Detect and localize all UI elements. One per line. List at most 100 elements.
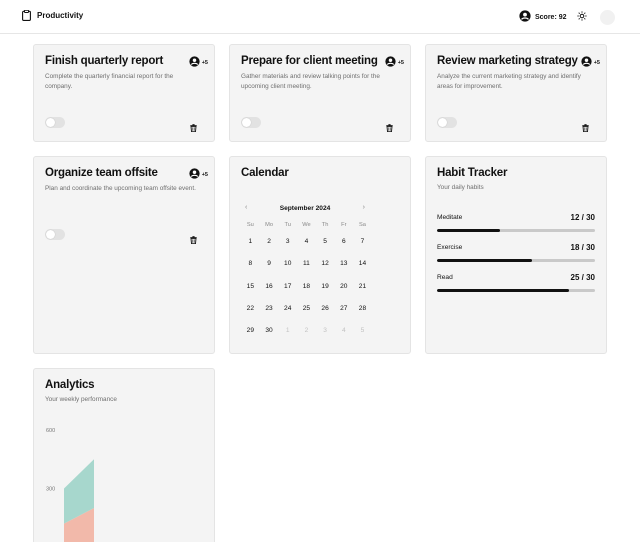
calendar-day[interactable]: 5 [353, 324, 372, 346]
task-card: Prepare for client meeting +5 Gather mat… [229, 44, 411, 142]
habit-count: 18 / 30 [570, 243, 595, 252]
task-assignees[interactable]: +5 [581, 56, 600, 69]
analytics-chart: 600 300 [46, 428, 94, 542]
user-circle-icon [189, 168, 200, 181]
habit-progress-bar [437, 259, 595, 262]
calendar-day[interactable]: 4 [297, 235, 316, 257]
task-title: Review marketing strategy [437, 55, 578, 67]
calendar-day[interactable]: 3 [278, 235, 297, 257]
calendar-day[interactable]: 16 [260, 280, 279, 302]
habit-progress-bar [437, 229, 595, 232]
delete-task-button[interactable] [190, 231, 197, 249]
calendar-day[interactable]: 6 [334, 235, 353, 257]
theme-toggle-button[interactable] [576, 11, 588, 23]
y-tick-label: 600 [46, 428, 55, 434]
calendar-day[interactable]: 26 [316, 302, 335, 324]
task-card: Review marketing strategy +5 Analyze the… [425, 44, 607, 142]
calendar-day[interactable]: 24 [278, 302, 297, 324]
trash-icon [386, 119, 393, 136]
task-complete-toggle[interactable] [437, 117, 457, 128]
analytics-title: Analytics [45, 379, 95, 391]
calendar-day[interactable]: 17 [278, 280, 297, 302]
calendar-day[interactable]: 20 [334, 280, 353, 302]
calendar-day[interactable]: 25 [297, 302, 316, 324]
weekday-label: We [302, 222, 311, 228]
calendar-day[interactable]: 1 [278, 324, 297, 346]
calendar-day[interactable]: 1 [241, 235, 260, 257]
weekday-label: Mo [265, 222, 273, 228]
calendar-header: ‹ September 2024 › [245, 204, 365, 216]
app-name: Productivity [37, 11, 84, 20]
avatar[interactable] [600, 10, 615, 25]
calendar-day[interactable]: 13 [334, 257, 353, 279]
calendar-day[interactable]: 15 [241, 280, 260, 302]
task-description: Analyze the current marketing strategy a… [437, 73, 581, 90]
calendar-day[interactable]: 21 [353, 280, 372, 302]
habit-count: 12 / 30 [570, 213, 595, 222]
user-circle-icon [189, 56, 200, 69]
calendar-day[interactable]: 19 [316, 280, 335, 302]
calendar-day[interactable]: 2 [297, 324, 316, 346]
calendar-day[interactable]: 4 [334, 324, 353, 346]
habit-tracker-title: Habit Tracker [437, 167, 508, 179]
sun-icon [577, 8, 587, 26]
chevron-right-icon: › [362, 204, 365, 211]
trash-icon [582, 119, 589, 136]
user-circle-icon [581, 56, 592, 69]
delete-task-button[interactable] [386, 119, 393, 137]
task-title: Finish quarterly report [45, 55, 164, 67]
delete-task-button[interactable] [582, 119, 589, 137]
calendar-weekdays: Su Mo Tu We Th Fr Sa [241, 222, 372, 228]
calendar-day[interactable]: 9 [260, 257, 279, 279]
calendar-day[interactable]: 2 [260, 235, 279, 257]
trash-icon [190, 119, 197, 136]
calendar-day[interactable]: 5 [316, 235, 335, 257]
habit-progress-bar [437, 289, 595, 292]
habit-progress-fill [437, 229, 501, 232]
toggle-knob [46, 118, 55, 127]
habit-progress-fill [437, 259, 532, 262]
calendar-month-label: September 2024 [279, 205, 331, 212]
task-description: Gather materials and review talking poin… [241, 73, 380, 90]
next-month-button[interactable]: › [363, 204, 365, 211]
analytics-card: Analytics Your weekly performance 600 300 [33, 368, 215, 542]
task-title: Organize team offsite [45, 167, 158, 179]
top-bar: Productivity Score: 92 [0, 0, 640, 34]
habit-tracker-subtitle: Your daily habits [437, 184, 484, 191]
calendar-day[interactable]: 18 [297, 280, 316, 302]
calendar-day[interactable]: 30 [260, 324, 279, 346]
habit-tracker-card: Habit Tracker Your daily habits Meditate… [425, 156, 607, 354]
clipboard-icon [22, 10, 31, 21]
task-complete-toggle[interactable] [45, 229, 65, 240]
toggle-knob [438, 118, 447, 127]
delete-task-button[interactable] [190, 119, 197, 137]
assignee-count: +5 [201, 171, 208, 178]
task-title: Prepare for client meeting [241, 55, 378, 67]
calendar-day[interactable]: 7 [353, 235, 372, 257]
task-assignees[interactable]: +5 [385, 56, 404, 69]
brand[interactable]: Productivity [22, 10, 83, 21]
calendar-day[interactable]: 8 [241, 257, 260, 279]
habit-name: Meditate [437, 214, 463, 221]
task-complete-toggle[interactable] [45, 117, 65, 128]
calendar-day[interactable]: 11 [297, 257, 316, 279]
weekday-label: Fr [341, 222, 347, 228]
habit-name: Read [437, 274, 453, 281]
calendar-day[interactable]: 10 [278, 257, 297, 279]
task-assignees[interactable]: +5 [189, 168, 208, 181]
calendar-day[interactable]: 29 [241, 324, 260, 346]
task-assignees[interactable]: +5 [189, 56, 208, 69]
score-badge[interactable]: Score: 92 [519, 10, 567, 24]
calendar-day[interactable]: 22 [241, 302, 260, 324]
assignee-count: +5 [201, 59, 208, 66]
task-complete-toggle[interactable] [241, 117, 261, 128]
calendar-day[interactable]: 27 [334, 302, 353, 324]
toggle-knob [46, 230, 55, 239]
calendar-day[interactable]: 23 [260, 302, 279, 324]
calendar-day[interactable]: 12 [316, 257, 335, 279]
calendar-day[interactable]: 3 [316, 324, 335, 346]
calendar-day[interactable]: 28 [353, 302, 372, 324]
weekday-label: Sa [358, 222, 366, 228]
calendar-day[interactable]: 14 [353, 257, 372, 279]
user-circle-icon [519, 10, 531, 24]
